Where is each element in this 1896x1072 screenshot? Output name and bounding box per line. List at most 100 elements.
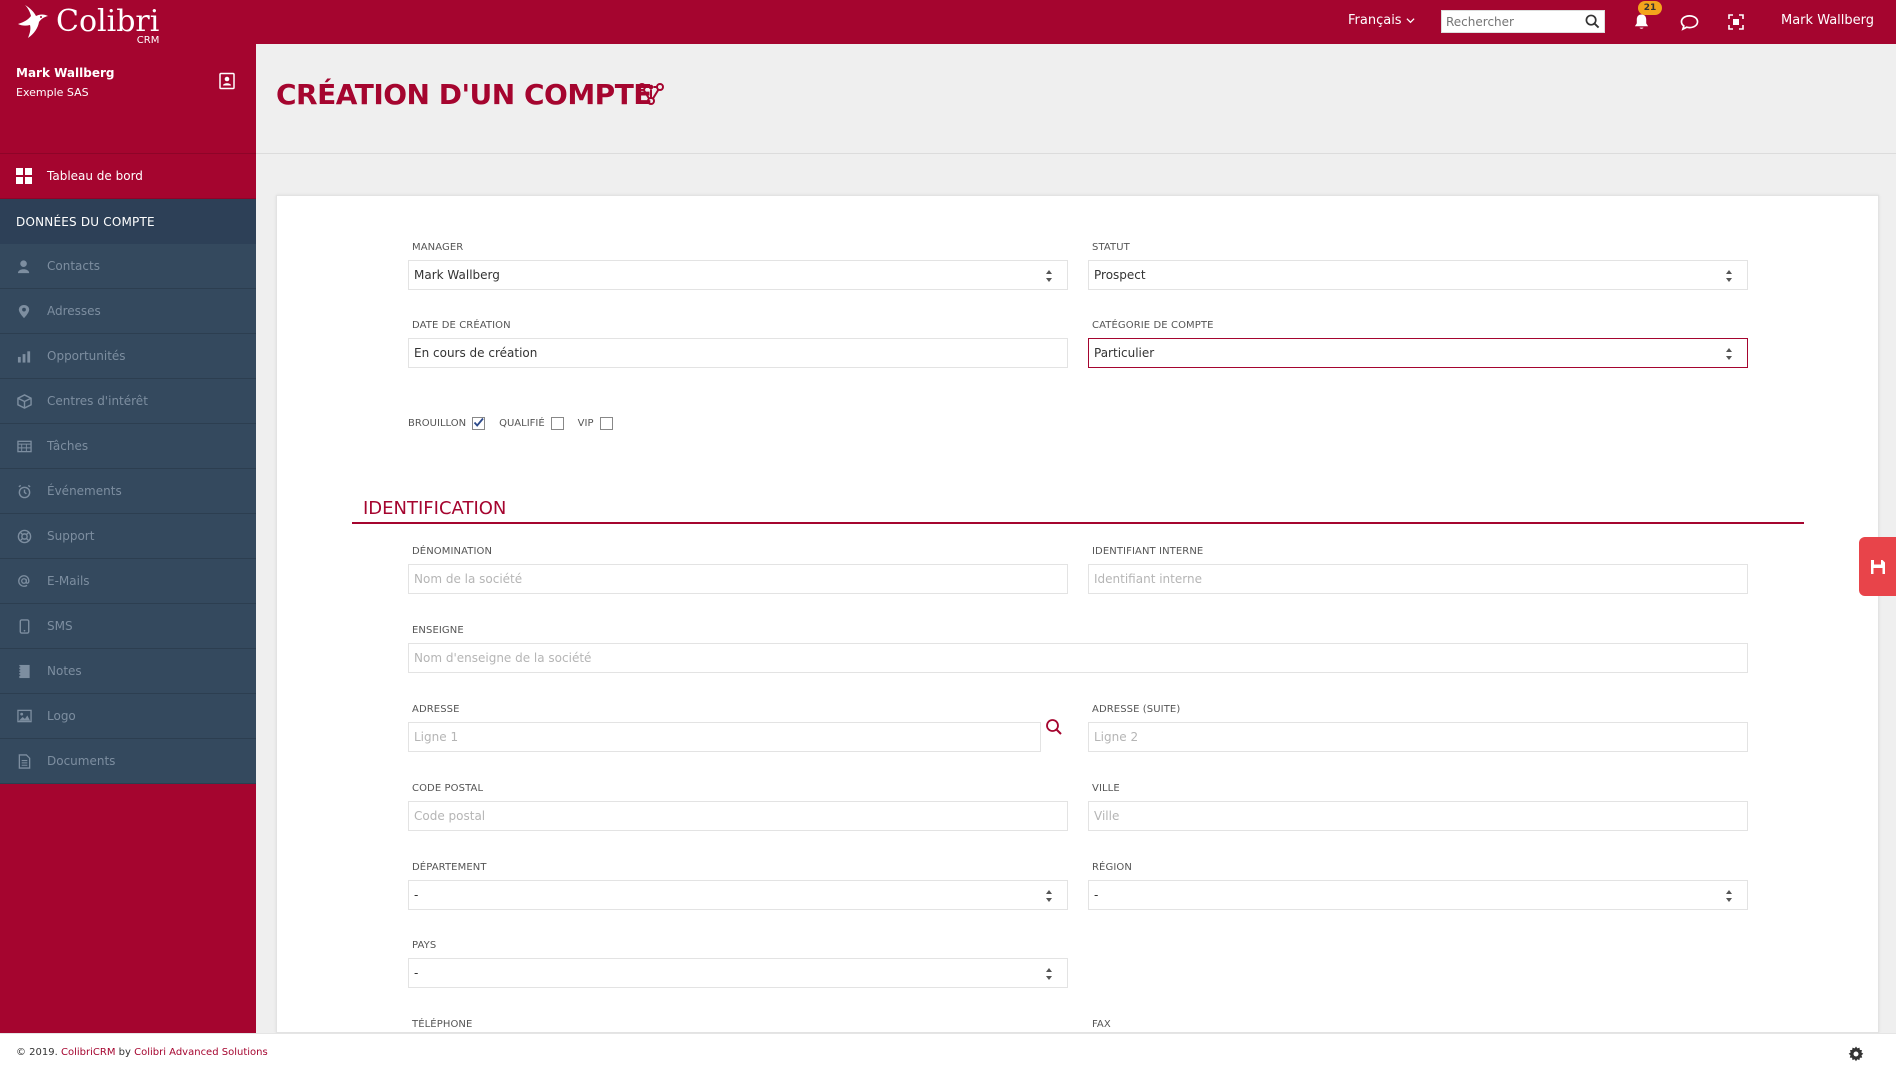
denomination-label: DÉNOMINATION bbox=[412, 546, 493, 557]
save-button[interactable] bbox=[1859, 537, 1896, 596]
statut-value: Prospect bbox=[1094, 268, 1146, 282]
notes-icon bbox=[16, 663, 32, 679]
language-selector[interactable]: Français bbox=[1348, 13, 1415, 28]
categorie-field: CATÉGORIE DE COMPTE Particulier bbox=[1088, 320, 1748, 368]
sidebar-item-evenements[interactable]: Événements bbox=[0, 469, 256, 514]
adresse-label: ADRESSE bbox=[412, 704, 460, 715]
region-value: - bbox=[1094, 888, 1099, 902]
chevron-down-icon bbox=[1406, 18, 1415, 24]
telephone-field: TÉLÉPHONE bbox=[408, 1019, 1068, 1032]
telephone-label: TÉLÉPHONE bbox=[412, 1019, 473, 1030]
search-input[interactable] bbox=[1442, 14, 1580, 29]
user-menu[interactable]: Mark Wallberg bbox=[1781, 13, 1874, 28]
lifebuoy-icon bbox=[16, 528, 32, 544]
region-select[interactable]: - bbox=[1088, 880, 1748, 910]
box-icon bbox=[16, 393, 32, 409]
identifiant-field: IDENTIFIANT INTERNE bbox=[1088, 546, 1748, 594]
ville-input[interactable] bbox=[1094, 809, 1747, 823]
region-label: RÉGION bbox=[1092, 862, 1132, 873]
identifiant-box bbox=[1088, 564, 1748, 594]
brouillon-checkbox[interactable] bbox=[472, 417, 486, 430]
sidebar-item-adresses[interactable]: Adresses bbox=[0, 289, 256, 334]
language-label: Français bbox=[1348, 13, 1402, 28]
map-pin-icon bbox=[16, 303, 32, 319]
identifiant-input[interactable] bbox=[1094, 572, 1747, 586]
sidebar-item-emails[interactable]: E-Mails bbox=[0, 559, 256, 604]
date-creation-input[interactable]: En cours de création bbox=[408, 338, 1068, 368]
brouillon-label: BROUILLON bbox=[408, 418, 467, 429]
code-postal-input[interactable] bbox=[414, 809, 1067, 823]
sidebar-item-label: Tâches bbox=[47, 439, 89, 453]
fullscreen-icon[interactable] bbox=[1725, 11, 1747, 33]
user-icon bbox=[16, 258, 32, 274]
ville-field: VILLE bbox=[1088, 783, 1748, 831]
image-icon bbox=[16, 708, 32, 724]
manager-select[interactable]: Mark Wallberg bbox=[408, 260, 1068, 290]
profile-name: Mark Wallberg bbox=[16, 66, 115, 80]
sidebar-item-label: Événements bbox=[47, 484, 122, 498]
sidebar-item-label: Opportunités bbox=[47, 349, 126, 363]
gear-icon[interactable] bbox=[1848, 1046, 1864, 1062]
chat-icon[interactable] bbox=[1678, 11, 1700, 33]
date-creation-field: DATE DE CRÉATION En cours de création bbox=[408, 320, 1068, 368]
sidebar-item-label: Adresses bbox=[47, 304, 101, 318]
statut-field: STATUT Prospect bbox=[1088, 242, 1748, 290]
pays-select[interactable]: - bbox=[408, 958, 1068, 988]
date-creation-label: DATE DE CRÉATION bbox=[412, 320, 511, 331]
floppy-disk-icon bbox=[1870, 559, 1885, 574]
vip-checkbox[interactable] bbox=[599, 417, 613, 430]
checkmark-icon bbox=[473, 417, 484, 427]
sidebar-item-label: E-Mails bbox=[47, 574, 90, 588]
search-box bbox=[1441, 10, 1605, 33]
enseigne-box bbox=[408, 643, 1748, 673]
enseigne-field: ENSEIGNE bbox=[408, 625, 1748, 673]
denomination-field: DÉNOMINATION bbox=[408, 546, 1068, 594]
sidebar-item-documents[interactable]: Documents bbox=[0, 739, 256, 784]
chart-icon bbox=[16, 348, 32, 364]
pays-label: PAYS bbox=[412, 940, 437, 951]
sidebar-item-logo[interactable]: Logo bbox=[0, 694, 256, 739]
address-search-icon[interactable] bbox=[1045, 718, 1063, 736]
mobile-icon bbox=[16, 618, 32, 634]
statut-select[interactable]: Prospect bbox=[1088, 260, 1748, 290]
qualifie-checkbox[interactable] bbox=[550, 417, 564, 430]
adresse-field: ADRESSE bbox=[408, 704, 1041, 752]
categorie-select[interactable]: Particulier bbox=[1088, 338, 1748, 368]
denomination-input[interactable] bbox=[414, 572, 1067, 586]
sidebar-item-opportunites[interactable]: Opportunités bbox=[0, 334, 256, 379]
footer-link[interactable]: ColibriCRM bbox=[61, 1047, 115, 1058]
statut-label: STATUT bbox=[1092, 242, 1130, 253]
pays-field: PAYS - bbox=[408, 940, 1068, 988]
app-logo[interactable]: Colibri CRM bbox=[14, 2, 159, 46]
sidebar-item-label: Support bbox=[47, 529, 95, 543]
alarm-icon bbox=[16, 483, 32, 499]
at-icon bbox=[16, 573, 32, 589]
sidebar-item-sms[interactable]: SMS bbox=[0, 604, 256, 649]
adresse-suite-box bbox=[1088, 722, 1748, 752]
manager-label: MANAGER bbox=[412, 242, 464, 253]
status-checkboxes: BROUILLON QUALIFIÉ VIP bbox=[408, 417, 627, 430]
footer-by: by bbox=[118, 1047, 131, 1058]
search-icon[interactable] bbox=[1580, 11, 1604, 33]
enseigne-input[interactable] bbox=[414, 651, 1747, 665]
sidebar-item-centres-interet[interactable]: Centres d'intérêt bbox=[0, 379, 256, 424]
adresse-suite-input[interactable] bbox=[1094, 730, 1747, 744]
select-arrows-icon bbox=[1726, 348, 1732, 360]
contact-card-icon[interactable] bbox=[218, 72, 236, 90]
sidebar-item-notes[interactable]: Notes bbox=[0, 649, 256, 694]
sidebar-nav-list: Contacts Adresses Opportunités Centres d… bbox=[0, 244, 256, 784]
footer-company-link[interactable]: Colibri Advanced Solutions bbox=[134, 1047, 268, 1058]
document-icon bbox=[16, 753, 32, 769]
sidebar-item-dashboard[interactable]: Tableau de bord bbox=[0, 154, 256, 199]
departement-select[interactable]: - bbox=[408, 880, 1068, 910]
sidebar-item-taches[interactable]: Tâches bbox=[0, 424, 256, 469]
footer-text: © 2019. ColibriCRM by Colibri Advanced S… bbox=[16, 1047, 268, 1058]
section-identification-title: IDENTIFICATION bbox=[363, 498, 507, 519]
sidebar-item-contacts[interactable]: Contacts bbox=[0, 244, 256, 289]
sidebar-item-support[interactable]: Support bbox=[0, 514, 256, 559]
departement-field: DÉPARTEMENT - bbox=[408, 862, 1068, 910]
identifiant-label: IDENTIFIANT INTERNE bbox=[1092, 546, 1204, 557]
top-bar: Colibri CRM Français 21 Mark Wallberg bbox=[0, 0, 1896, 46]
departement-label: DÉPARTEMENT bbox=[412, 862, 487, 873]
adresse-input[interactable] bbox=[414, 730, 1040, 744]
